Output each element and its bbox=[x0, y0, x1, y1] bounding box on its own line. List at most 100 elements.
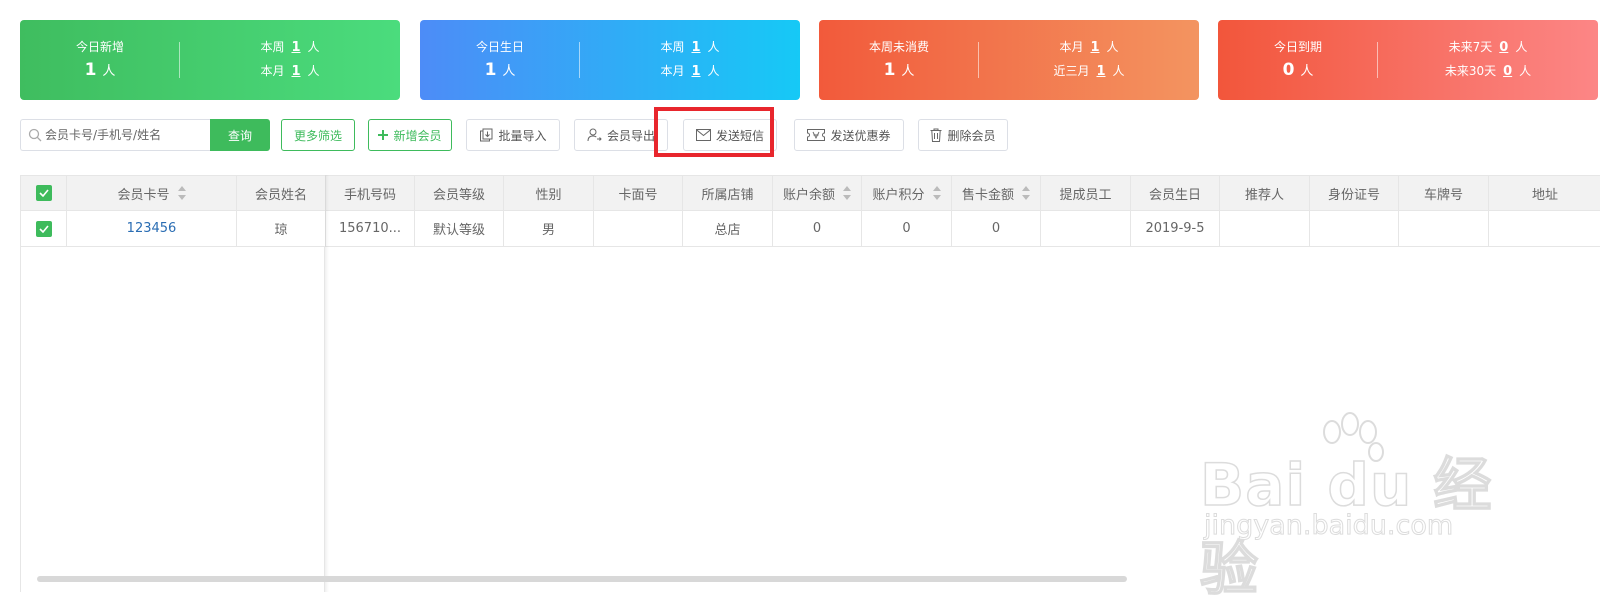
column-header-store: 所属店铺 bbox=[683, 176, 773, 210]
stats-cards: 今日新增 1人 本周 1 人 本月 1 人 今日生日 1人 本周 1 人 本月 1 人 本周未消… bbox=[20, 20, 1600, 100]
table-row[interactable]: 123456 琼 156710... 默认等级 男 总店 0 0 0 2019-… bbox=[21, 211, 1600, 247]
select-all-checkbox[interactable] bbox=[21, 176, 67, 210]
stat-sub-value[interactable]: 0 bbox=[1503, 64, 1512, 79]
column-header-address: 地址 bbox=[1489, 176, 1600, 210]
search-input[interactable] bbox=[45, 124, 205, 146]
stat-sub-label: 本月 bbox=[660, 64, 685, 78]
cell-store: 总店 bbox=[683, 211, 773, 246]
stat-sub-unit: 人 bbox=[1515, 40, 1528, 54]
stat-sub-value[interactable]: 1 bbox=[1090, 40, 1099, 55]
query-label: 查询 bbox=[227, 128, 252, 143]
column-header-card-no[interactable]: 会员卡号 bbox=[67, 176, 237, 210]
cell-text: 默认等级 bbox=[432, 223, 485, 238]
column-header-balance[interactable]: 账户余额 bbox=[773, 176, 862, 210]
stat-sub-label: 近三月 bbox=[1053, 64, 1090, 78]
stat-card-expire-today[interactable]: 今日到期 0人 未来7天 0 人 未来30天 0 人 bbox=[1218, 20, 1598, 100]
cell-level: 默认等级 bbox=[415, 211, 504, 246]
stat-value: 1 bbox=[484, 60, 497, 80]
check-icon bbox=[38, 189, 49, 197]
search-icon bbox=[28, 128, 42, 142]
column-header-phone: 手机号码 bbox=[326, 176, 415, 210]
stat-sub-value[interactable]: 1 bbox=[691, 40, 700, 55]
column-header-label: 性别 bbox=[535, 187, 562, 203]
cell-text: 总店 bbox=[714, 223, 741, 238]
baidu-watermark: Bai du 经验 jingyan.baidu.com bbox=[1199, 410, 1500, 604]
cell-text: 男 bbox=[541, 223, 555, 238]
table-header: 会员卡号 会员姓名 手机号码 会员等级 性别 卡面号 所属店铺 账户余额 账户积… bbox=[21, 175, 1600, 211]
export-members-label: 会员导出 bbox=[606, 128, 655, 143]
stat-sub-label: 本月 bbox=[1059, 40, 1084, 54]
stat-value: 1 bbox=[883, 60, 896, 80]
column-header-birthday: 会员生日 bbox=[1131, 176, 1220, 210]
checkbox-checked[interactable] bbox=[35, 220, 52, 237]
column-header-points[interactable]: 账户积分 bbox=[862, 176, 952, 210]
stat-title: 今日生日 bbox=[475, 40, 524, 54]
cell-balance: 0 bbox=[773, 211, 862, 246]
stat-card-birthday-today[interactable]: 今日生日 1人 本周 1 人 本月 1 人 bbox=[420, 20, 800, 100]
stat-sub-unit: 人 bbox=[1519, 64, 1532, 78]
cell-points: 0 bbox=[862, 211, 952, 246]
stat-sub-unit: 人 bbox=[307, 64, 320, 78]
column-header-label: 会员生日 bbox=[1148, 187, 1201, 203]
watermark-url: jingyan.baidu.com bbox=[1203, 510, 1454, 542]
cell-plate-no bbox=[1399, 211, 1489, 246]
export-members-button[interactable]: 会员导出 bbox=[574, 119, 668, 151]
stat-sub-value[interactable]: 0 bbox=[1499, 40, 1508, 55]
batch-import-button[interactable]: 批量导入 bbox=[466, 119, 560, 151]
column-header-label: 会员卡号 bbox=[117, 187, 170, 203]
stat-title: 今日到期 bbox=[1273, 40, 1322, 54]
column-header-card-amount[interactable]: 售卡金额 bbox=[952, 176, 1041, 210]
stat-value: 1 bbox=[84, 60, 97, 80]
column-header-gender: 性别 bbox=[504, 176, 594, 210]
cell-text: 琼 bbox=[274, 223, 288, 238]
send-sms-button[interactable]: 发送短信 bbox=[683, 119, 777, 151]
column-header-label: 售卡金额 bbox=[961, 187, 1014, 203]
column-header-label: 身份证号 bbox=[1327, 187, 1380, 203]
column-header-label: 账户余额 bbox=[782, 187, 835, 203]
cell-card-face-no bbox=[594, 211, 683, 246]
delete-member-button[interactable]: 删除会员 bbox=[918, 119, 1008, 151]
cell-address bbox=[1489, 211, 1600, 246]
sort-icon[interactable] bbox=[932, 185, 941, 201]
cell-staff bbox=[1041, 211, 1131, 246]
column-header-label: 提成员工 bbox=[1059, 187, 1112, 203]
column-header-staff: 提成员工 bbox=[1041, 176, 1131, 210]
query-button[interactable]: 查询 bbox=[210, 119, 270, 151]
cell-name: 琼 bbox=[237, 211, 326, 246]
batch-import-label: 批量导入 bbox=[498, 128, 547, 143]
column-header-label: 地址 bbox=[1531, 187, 1558, 203]
user-export-icon bbox=[587, 128, 602, 142]
send-coupon-button[interactable]: 发送优惠券 bbox=[794, 119, 904, 151]
sort-icon[interactable] bbox=[1022, 185, 1030, 201]
cell-card-no[interactable]: 123456 bbox=[67, 211, 237, 246]
import-icon bbox=[480, 128, 493, 142]
row-checkbox[interactable] bbox=[21, 211, 67, 246]
cell-text: 0 bbox=[991, 221, 1001, 236]
stat-title: 今日新增 bbox=[75, 40, 124, 54]
stat-unit: 人 bbox=[502, 64, 516, 79]
column-header-label: 推荐人 bbox=[1244, 187, 1284, 203]
cell-text: 156710... bbox=[338, 221, 402, 236]
checkbox-checked[interactable] bbox=[35, 185, 52, 201]
stat-sub-label: 本周 bbox=[260, 40, 285, 54]
horizontal-scrollbar[interactable] bbox=[37, 576, 1127, 582]
column-header-label: 手机号码 bbox=[343, 187, 396, 203]
stat-sub-unit: 人 bbox=[707, 64, 720, 78]
stat-card-new-today[interactable]: 今日新增 1人 本周 1 人 本月 1 人 bbox=[20, 20, 400, 100]
stat-sub-value[interactable]: 1 bbox=[291, 40, 300, 55]
sort-icon[interactable] bbox=[177, 185, 186, 201]
more-filter-button[interactable]: 更多筛选 bbox=[281, 119, 355, 151]
column-header-id-no: 身份证号 bbox=[1310, 176, 1399, 210]
add-member-label: 新增会员 bbox=[393, 128, 442, 143]
stat-card-no-consumption[interactable]: 本周未消费 1人 本月 1 人 近三月 1 人 bbox=[819, 20, 1199, 100]
stat-sub-value[interactable]: 1 bbox=[691, 64, 700, 79]
stat-value: 0 bbox=[1282, 60, 1295, 80]
add-member-button[interactable]: 新增会员 bbox=[368, 119, 452, 151]
sort-icon[interactable] bbox=[843, 185, 851, 201]
stat-sub-value[interactable]: 1 bbox=[291, 64, 300, 79]
stat-sub-value[interactable]: 1 bbox=[1096, 64, 1105, 79]
fixed-column-shadow bbox=[325, 175, 329, 592]
mail-icon bbox=[695, 129, 711, 141]
card-no-link[interactable]: 123456 bbox=[127, 221, 177, 236]
toolbar: 查询 更多筛选 新增会员 批量导入 会员导出 发送短信 发送优惠券 删除会员 bbox=[20, 107, 1580, 157]
